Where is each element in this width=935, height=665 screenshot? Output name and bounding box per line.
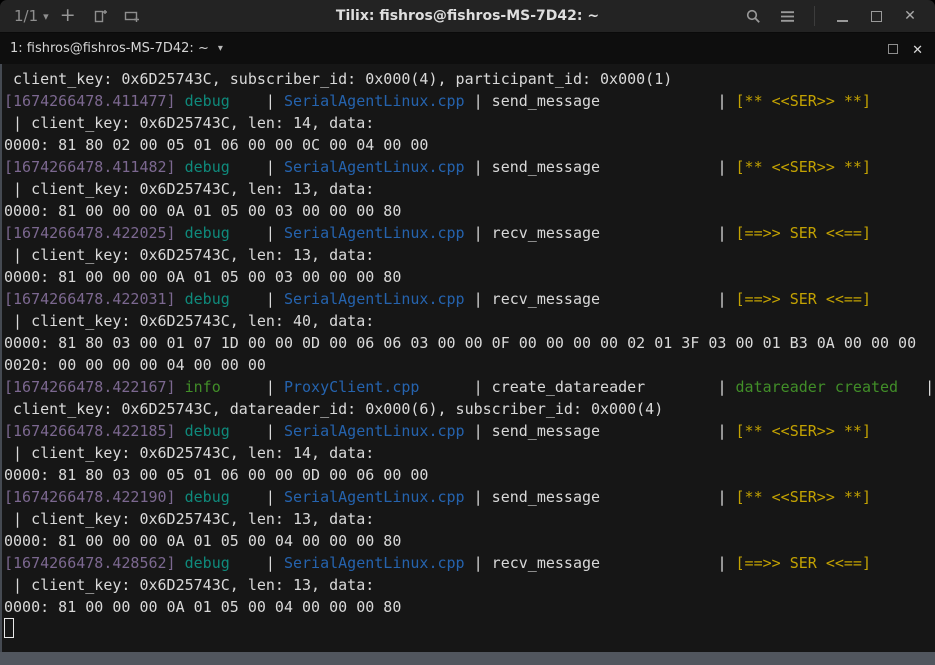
tab-title: 1: fishros@fishros-MS-7D42: ~ <box>10 41 209 56</box>
terminal-line: client_key: 0x6D25743C, datareader_id: 0… <box>4 398 935 420</box>
terminal-line: 0000: 81 00 00 00 0A 01 05 00 04 00 00 0… <box>4 596 935 618</box>
session-counter-dropdown[interactable]: 1/1 ▾ <box>14 7 49 25</box>
terminal-line: | client_key: 0x6D25743C, len: 13, data: <box>4 244 935 266</box>
search-button[interactable] <box>740 3 766 29</box>
chevron-down-icon: ▾ <box>43 11 49 22</box>
terminal-line: client_key: 0x6D25743C, subscriber_id: 0… <box>4 68 935 90</box>
terminal-line: [1674266478.411477] debug | SerialAgentL… <box>4 90 935 112</box>
minimize-button[interactable] <box>829 3 855 29</box>
hamburger-menu-icon <box>780 10 795 23</box>
tilix-window: 1/1 ▾ + <box>0 0 935 665</box>
menu-button[interactable] <box>774 3 800 29</box>
restore-icon <box>888 44 898 54</box>
terminal-line: 0000: 81 00 00 00 0A 01 05 00 03 00 00 0… <box>4 200 935 222</box>
maximize-icon <box>871 11 882 22</box>
new-session-button[interactable]: + <box>55 3 81 29</box>
terminal-line: | client_key: 0x6D25743C, len: 40, data: <box>4 310 935 332</box>
minimize-icon <box>837 20 848 22</box>
close-window-button[interactable]: ✕ <box>897 3 923 29</box>
terminal-cursor <box>4 618 14 638</box>
terminal-line: [1674266478.411482] debug | SerialAgentL… <box>4 156 935 178</box>
tab-bar: 1: fishros@fishros-MS-7D42: ~ ▾ ✕ <box>0 33 935 64</box>
terminal-line: [1674266478.422025] debug | SerialAgentL… <box>4 222 935 244</box>
titlebar-separator <box>814 6 815 26</box>
terminal-line: | client_key: 0x6D25743C, len: 13, data: <box>4 574 935 596</box>
terminal-line: | client_key: 0x6D25743C, len: 14, data: <box>4 112 935 134</box>
terminal-prompt-line <box>4 618 935 640</box>
terminal-line: [1674266478.422031] debug | SerialAgentL… <box>4 288 935 310</box>
close-icon: ✕ <box>904 9 916 23</box>
split-down-icon <box>123 8 140 24</box>
window-bottom-edge <box>0 652 935 665</box>
search-icon <box>745 8 762 25</box>
terminal-line: 0020: 00 00 00 00 04 00 00 00 <box>4 354 935 376</box>
terminal-line: 0000: 81 00 00 00 0A 01 05 00 04 00 00 0… <box>4 530 935 552</box>
session-counter-label: 1/1 <box>14 7 38 25</box>
terminal-line: [1674266478.422185] debug | SerialAgentL… <box>4 420 935 442</box>
tab-session-1[interactable]: 1: fishros@fishros-MS-7D42: ~ ▾ <box>0 41 223 56</box>
split-right-icon <box>92 8 108 24</box>
window-title: Tilix: fishros@fishros-MS-7D42: ~ <box>336 8 599 24</box>
titlebar[interactable]: 1/1 ▾ + <box>0 0 935 33</box>
terminal-maximize-button[interactable] <box>888 44 898 54</box>
terminal-line: 0000: 81 80 03 00 01 07 1D 00 00 0D 00 0… <box>4 332 935 354</box>
terminal-line: [1674266478.422167] info | ProxyClient.c… <box>4 376 935 398</box>
terminal-line: | client_key: 0x6D25743C, len: 13, data: <box>4 508 935 530</box>
split-terminal-right-button[interactable] <box>87 3 113 29</box>
maximize-button[interactable] <box>863 3 889 29</box>
terminal-line: 0000: 81 80 02 00 05 01 06 00 00 0C 00 0… <box>4 134 935 156</box>
session-close-icon: ✕ <box>912 43 923 58</box>
terminal[interactable]: client_key: 0x6D25743C, subscriber_id: 0… <box>0 64 935 652</box>
terminal-line: 0000: 81 80 03 00 05 01 06 00 00 0D 00 0… <box>4 464 935 486</box>
terminal-line: [1674266478.428562] debug | SerialAgentL… <box>4 552 935 574</box>
plus-icon: + <box>60 6 76 25</box>
tab-chevron-down-icon: ▾ <box>218 44 223 54</box>
terminal-line: | client_key: 0x6D25743C, len: 13, data: <box>4 178 935 200</box>
split-terminal-down-button[interactable] <box>119 3 145 29</box>
close-session-button[interactable]: ✕ <box>912 39 923 58</box>
terminal-output: client_key: 0x6D25743C, subscriber_id: 0… <box>4 68 935 618</box>
terminal-line: [1674266478.422190] debug | SerialAgentL… <box>4 486 935 508</box>
terminal-line: | client_key: 0x6D25743C, len: 14, data: <box>4 442 935 464</box>
terminal-line: 0000: 81 00 00 00 0A 01 05 00 03 00 00 0… <box>4 266 935 288</box>
